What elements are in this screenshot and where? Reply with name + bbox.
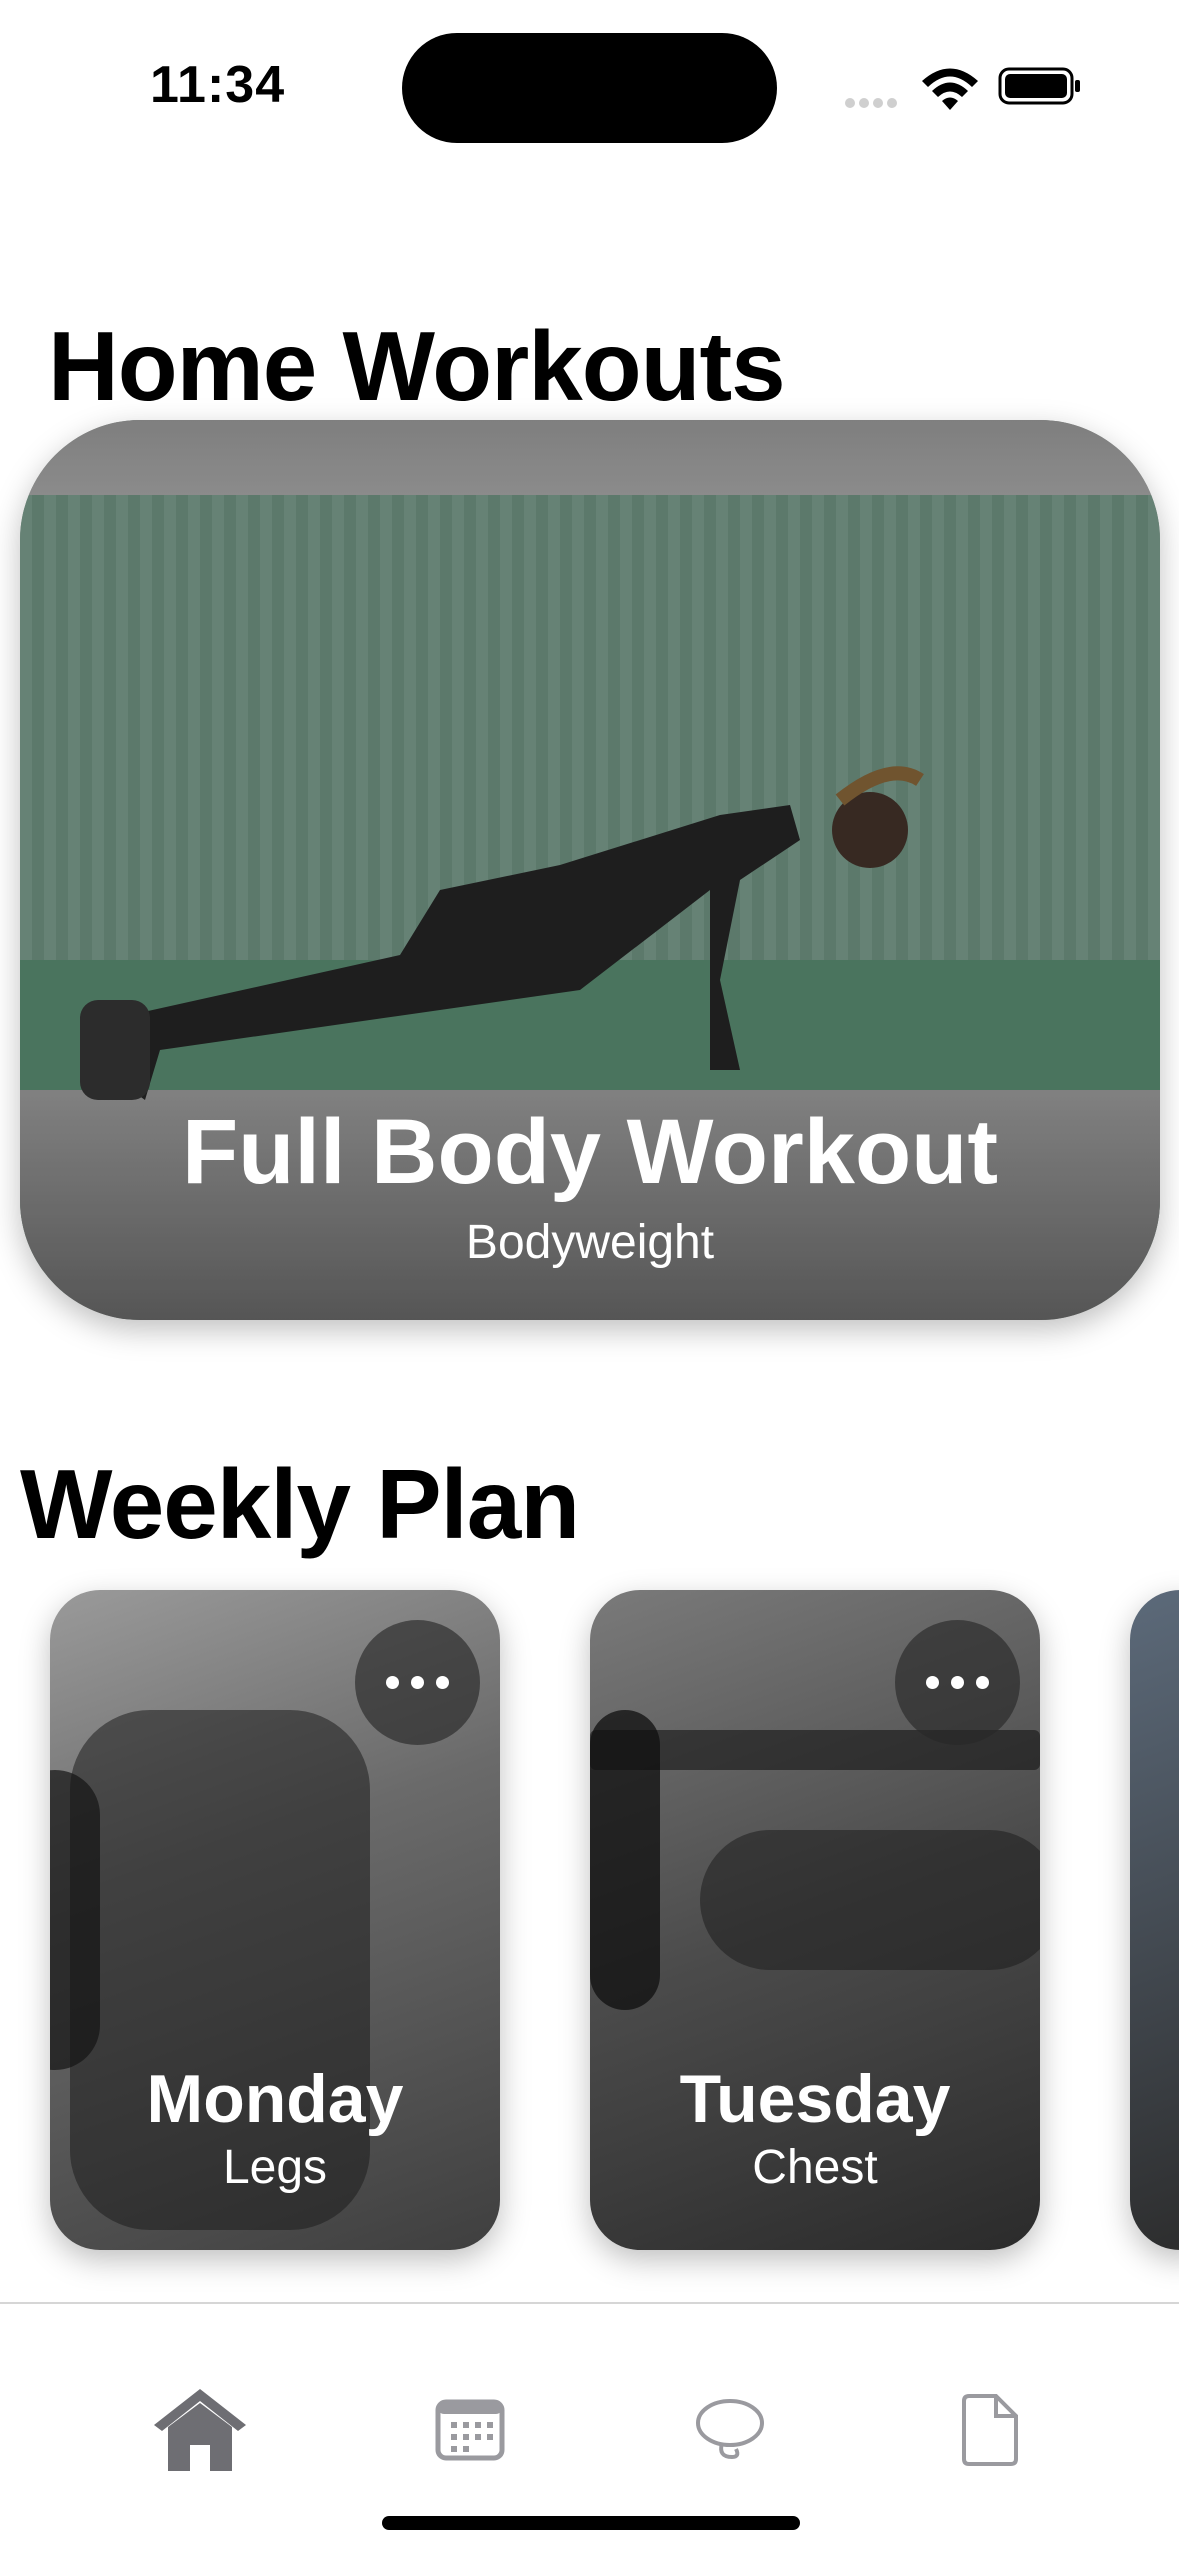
status-time: 11:34: [150, 56, 286, 114]
calendar-icon: [435, 2399, 505, 2461]
document-icon: [962, 2394, 1018, 2466]
weight-plate: [590, 1710, 660, 2010]
dynamic-island: [402, 33, 777, 143]
section-title-weekly-plan: Weekly Plan: [20, 1449, 580, 1559]
featured-workout-title: Full Body Workout: [181, 1101, 998, 1203]
weight-plate: [50, 1770, 100, 2070]
day-card-title: Tuesday: [679, 2061, 951, 2137]
day-card-tuesday[interactable]: Tuesday Chest: [590, 1590, 1040, 2250]
wifi-icon: [922, 68, 978, 110]
page-title: Home Workouts: [48, 311, 786, 421]
tab-bar-divider: [0, 2302, 1179, 2304]
tab-chat[interactable]: [680, 2380, 780, 2480]
battery-icon: [998, 67, 1080, 105]
day-card-subtitle: Legs: [222, 2141, 328, 2194]
tab-home[interactable]: [150, 2380, 250, 2480]
chat-bubble-icon: [696, 2399, 764, 2460]
day-card-next[interactable]: [1130, 1590, 1179, 2250]
day-card-monday[interactable]: Monday Legs: [50, 1590, 500, 2250]
tab-calendar[interactable]: [420, 2380, 520, 2480]
featured-workout-subtitle: Bodyweight: [465, 1216, 715, 1269]
day-card-title: Monday: [146, 2061, 404, 2137]
home-icon: [154, 2389, 246, 2471]
cellular-signal-icon: [845, 95, 901, 113]
athlete-figure: [700, 1830, 1040, 1970]
day-card-subtitle: Chest: [752, 2141, 878, 2194]
featured-workout-card[interactable]: Full Body Workout Bodyweight: [20, 420, 1160, 1320]
home-indicator: [382, 2516, 800, 2530]
more-options-button[interactable]: [355, 1620, 480, 1745]
tab-documents[interactable]: [940, 2380, 1040, 2480]
more-options-button[interactable]: [895, 1620, 1020, 1745]
